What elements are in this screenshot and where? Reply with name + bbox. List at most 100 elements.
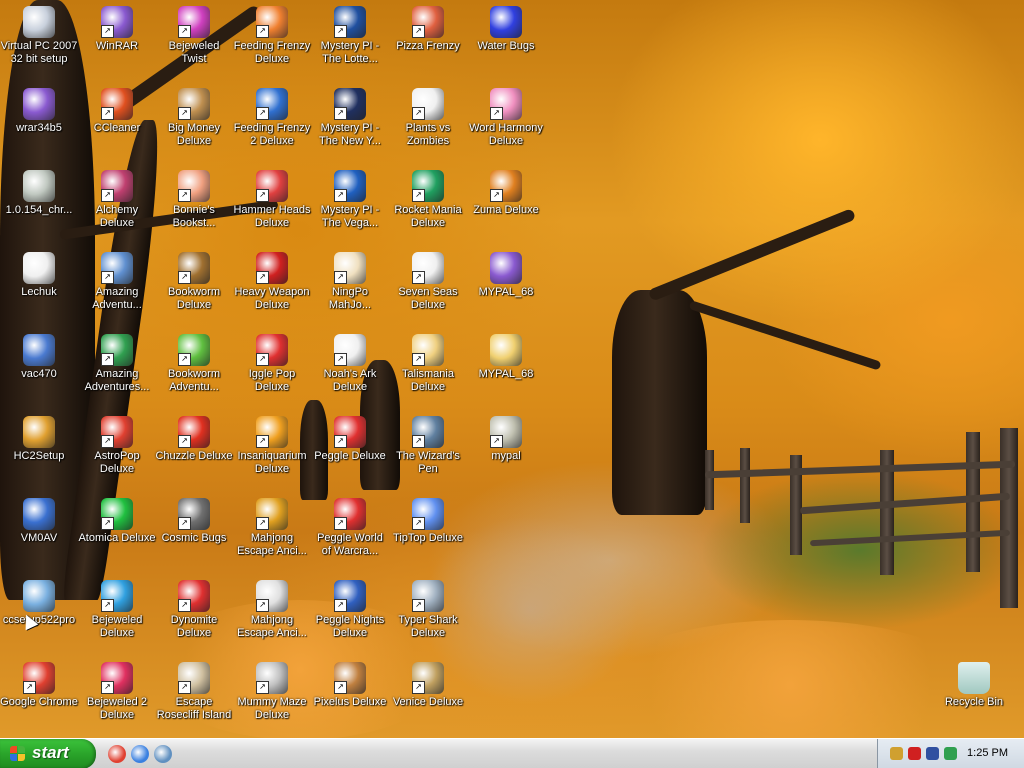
desktop-icon[interactable]: ↗ Peggle World of Warcra...: [311, 496, 389, 576]
desktop-icon[interactable]: ↗ Mystery PI - The Vega...: [311, 168, 389, 248]
desktop-icon[interactable]: ↗ Pixelus Deluxe: [311, 660, 389, 738]
shortcut-arrow-icon: ↗: [412, 681, 425, 694]
recycle-bin[interactable]: Recycle Bin: [935, 660, 1013, 738]
desktop-icon[interactable]: ↗ Plants vs Zombies: [389, 86, 467, 166]
desktop-icon[interactable]: ↗ Zuma Deluxe: [467, 168, 545, 248]
skull-icon: ↗: [412, 252, 444, 284]
desktop-icon-label: Cosmic Bugs: [161, 532, 227, 544]
gem-icon: ↗: [101, 580, 133, 612]
flower-icon: ↗: [490, 88, 522, 120]
desktop-icon[interactable]: ↗ Bejeweled Deluxe: [78, 578, 156, 658]
desktop-icon[interactable]: ↗ Peggle Deluxe: [311, 414, 389, 494]
shortcut-arrow-icon: ↗: [178, 599, 191, 612]
winrar-icon: [23, 88, 55, 120]
chrome-icon: ↗: [23, 662, 55, 694]
chrome-icon[interactable]: [108, 745, 126, 763]
desktop-icon[interactable]: ↗ Chuzzle Deluxe: [155, 414, 233, 494]
desktop-icon[interactable]: ↗ NingPo MahJo...: [311, 250, 389, 330]
desktop-icon[interactable]: ↗ Mahjong Escape Anci...: [233, 578, 311, 658]
desktop-icon[interactable]: ↗ Peggle Nights Deluxe: [311, 578, 389, 658]
desktop-icon[interactable]: ↗ Dynomite Deluxe: [155, 578, 233, 658]
desktop-icon[interactable]: ↗ Iggle Pop Deluxe: [233, 332, 311, 412]
windows-flag-icon: [10, 746, 26, 762]
desktop-icon[interactable]: ↗ Talismania Deluxe: [389, 332, 467, 412]
desktop-icon[interactable]: ↗ Typer Shark Deluxe: [389, 578, 467, 658]
flower-icon: ↗: [412, 88, 444, 120]
desktop-icon[interactable]: HC2Setup: [0, 414, 78, 494]
desktop-icon[interactable]: MYPAL_68: [467, 250, 545, 330]
desktop-icon[interactable]: ↗ Rocket Mania Deluxe: [389, 168, 467, 248]
shortcut-arrow-icon: ↗: [256, 517, 269, 530]
desktop-icon[interactable]: ↗ Bonnie's Bookst...: [155, 168, 233, 248]
desktop-icon[interactable]: ↗ Cosmic Bugs: [155, 496, 233, 576]
desktop-icon[interactable]: ↗ Feeding Frenzy Deluxe: [233, 4, 311, 84]
desktop-icon[interactable]: ↗ Bejeweled Twist: [155, 4, 233, 84]
desktop-icon[interactable]: ↗ mypal: [467, 414, 545, 494]
shortcut-arrow-icon: ↗: [412, 25, 425, 38]
desktop-icon[interactable]: ↗ TipTop Deluxe: [389, 496, 467, 576]
desktop-icon[interactable]: ↗ Word Harmony Deluxe: [467, 86, 545, 166]
security-alert-icon[interactable]: [908, 747, 921, 760]
desktop-icon[interactable]: ↗ Venice Deluxe: [389, 660, 467, 738]
desktop-icon[interactable]: ccsetup522pro: [0, 578, 78, 658]
shortcut-arrow-icon: ↗: [334, 599, 347, 612]
desktop-icon[interactable]: Water Bugs: [467, 4, 545, 84]
shortcut-arrow-icon: ↗: [178, 681, 191, 694]
desktop-icon[interactable]: ↗ CCleaner: [78, 86, 156, 166]
desktop-icon-label: wrar34b5: [16, 122, 62, 134]
desktop-icon[interactable]: VM0AV: [0, 496, 78, 576]
desktop-icon-label: NingPo MahJo...: [328, 286, 372, 311]
shield-icon[interactable]: [926, 747, 939, 760]
desktop-icon[interactable]: ↗ Mummy Maze Deluxe: [233, 660, 311, 738]
desktop-icon[interactable]: ↗ Feeding Frenzy 2 Deluxe: [233, 86, 311, 166]
desktop-icon[interactable]: MYPAL_68: [467, 332, 545, 412]
desktop-icon[interactable]: ↗ Mystery PI - The Lotte...: [311, 4, 389, 84]
start-button[interactable]: start: [0, 739, 96, 768]
desktop-icon[interactable]: ↗ Seven Seas Deluxe: [389, 250, 467, 330]
document-icon: [23, 252, 55, 284]
internet-explorer-icon[interactable]: [131, 745, 149, 763]
desktop-icon[interactable]: vac470: [0, 332, 78, 412]
desktop-icon[interactable]: ↗ Heavy Weapon Deluxe: [233, 250, 311, 330]
desktop-icon-label: Word Harmony Deluxe: [469, 122, 543, 147]
desktop[interactable]: Virtual PC 2007 32 bit setup wrar34b5 1.0.…: [0, 0, 1024, 738]
sync-icon[interactable]: [944, 747, 957, 760]
shortcut-arrow-icon: ↗: [412, 599, 425, 612]
shortcut-arrow-icon: ↗: [101, 435, 114, 448]
clock[interactable]: 1:25 PM: [967, 747, 1008, 759]
desktop-icon[interactable]: ↗ Amazing Adventures...: [78, 332, 156, 412]
desktop-icon[interactable]: ↗ Escape Rosecliff Island: [155, 660, 233, 738]
network-icon[interactable]: [890, 747, 903, 760]
desktop-icon[interactable]: Virtual PC 2007 32 bit setup: [0, 4, 78, 84]
desktop-icon-label: Feeding Frenzy Deluxe: [233, 40, 311, 65]
show-desktop-icon[interactable]: [154, 745, 172, 763]
desktop-icon[interactable]: ↗ Big Money Deluxe: [155, 86, 233, 166]
desktop-icon[interactable]: ↗ AstroPop Deluxe: [78, 414, 156, 494]
desktop-icon[interactable]: ↗ Atomica Deluxe: [78, 496, 156, 576]
desktop-icon[interactable]: wrar34b5: [0, 86, 78, 166]
desktop-icon[interactable]: ↗ Pizza Frenzy: [389, 4, 467, 84]
desktop-icon[interactable]: ↗ WinRAR: [78, 4, 156, 84]
shortcut-arrow-icon: ↗: [490, 189, 503, 202]
desktop-icon[interactable]: ↗ Insaniquarium Deluxe: [233, 414, 311, 494]
desktop-icon[interactable]: ↗ Google Chrome: [0, 660, 78, 738]
desktop-icon[interactable]: ↗ Mystery PI - The New Y...: [311, 86, 389, 166]
desktop-icon-label: AstroPop Deluxe: [94, 450, 140, 475]
shortcut-arrow-icon: ↗: [178, 107, 191, 120]
venice-icon: ↗: [412, 662, 444, 694]
desktop-icon[interactable]: ↗ Amazing Adventu...: [78, 250, 156, 330]
desktop-icon-label: WinRAR: [95, 40, 139, 52]
desktop-icon[interactable]: ↗ Bookworm Deluxe: [155, 250, 233, 330]
shortcut-arrow-icon: ↗: [101, 353, 114, 366]
desktop-icon[interactable]: ↗ Alchemy Deluxe: [78, 168, 156, 248]
desktop-icon[interactable]: Lechuk: [0, 250, 78, 330]
desktop-icon-label: Bonnie's Bookst...: [172, 204, 216, 229]
desktop-icon[interactable]: ↗ Mahjong Escape Anci...: [233, 496, 311, 576]
desktop-icon[interactable]: ↗ Hammer Heads Deluxe: [233, 168, 311, 248]
desktop-icon[interactable]: ↗ Bejeweled 2 Deluxe: [78, 660, 156, 738]
desktop-icon[interactable]: ↗ Noah's Ark Deluxe: [311, 332, 389, 412]
desktop-icon[interactable]: ↗ The Wizard's Pen: [389, 414, 467, 494]
desktop-icon[interactable]: ↗ Bookworm Adventu...: [155, 332, 233, 412]
peggle-nights-icon: ↗: [334, 580, 366, 612]
desktop-icon[interactable]: 1.0.154_chr...: [0, 168, 78, 248]
